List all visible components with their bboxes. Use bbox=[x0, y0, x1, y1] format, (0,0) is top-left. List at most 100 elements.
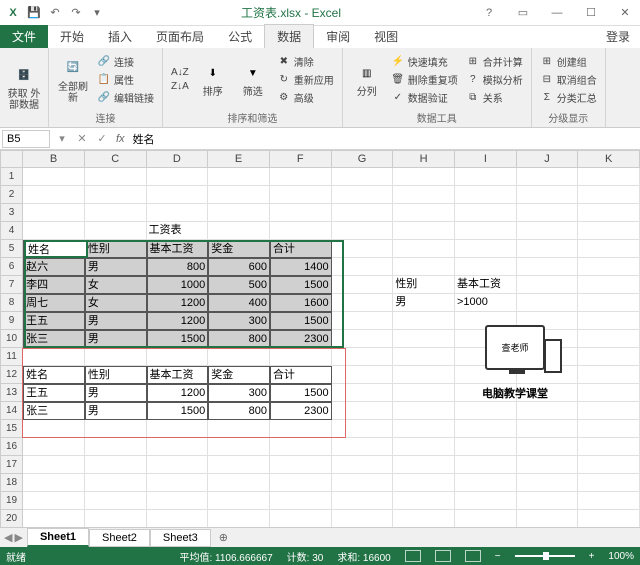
cell-B6[interactable]: 赵六 bbox=[23, 258, 85, 276]
cell-C10[interactable]: 男 bbox=[85, 330, 147, 348]
tab-view[interactable]: 视图 bbox=[362, 25, 410, 48]
cell-G5[interactable] bbox=[332, 240, 394, 258]
cell-K13[interactable] bbox=[578, 384, 640, 402]
maximize-icon[interactable]: ☐ bbox=[578, 3, 604, 23]
tab-formulas[interactable]: 公式 bbox=[216, 25, 264, 48]
cell-C4[interactable] bbox=[85, 222, 147, 240]
cell-G2[interactable] bbox=[332, 186, 394, 204]
cell-F9[interactable]: 1500 bbox=[270, 312, 332, 330]
cell-F18[interactable] bbox=[270, 474, 332, 492]
zoom-level[interactable]: 100% bbox=[608, 551, 634, 562]
cell-E14[interactable]: 800 bbox=[208, 402, 270, 420]
cell-C15[interactable] bbox=[85, 420, 147, 438]
cell-C13[interactable]: 男 bbox=[85, 384, 147, 402]
cell-B8[interactable]: 周七 bbox=[23, 294, 85, 312]
cell-J19[interactable] bbox=[517, 492, 579, 510]
name-box[interactable] bbox=[2, 130, 50, 148]
cell-J18[interactable] bbox=[517, 474, 579, 492]
col-header-C[interactable]: C bbox=[85, 150, 147, 168]
cell-F13[interactable]: 1500 bbox=[270, 384, 332, 402]
cell-E1[interactable] bbox=[208, 168, 270, 186]
row-header-20[interactable]: 20 bbox=[0, 510, 23, 527]
cell-F15[interactable] bbox=[270, 420, 332, 438]
cell-F7[interactable]: 1500 bbox=[270, 276, 332, 294]
row-header-4[interactable]: 4 bbox=[0, 222, 23, 240]
cell-I4[interactable] bbox=[455, 222, 517, 240]
cell-D7[interactable]: 1000 bbox=[147, 276, 209, 294]
cell-I16[interactable] bbox=[455, 438, 517, 456]
cell-C17[interactable] bbox=[85, 456, 147, 474]
cell-G17[interactable] bbox=[332, 456, 394, 474]
row-header-16[interactable]: 16 bbox=[0, 438, 23, 456]
cell-I20[interactable] bbox=[455, 510, 517, 527]
cell-F2[interactable] bbox=[270, 186, 332, 204]
tab-home[interactable]: 开始 bbox=[48, 25, 96, 48]
cell-E12[interactable]: 奖金 bbox=[208, 366, 270, 384]
cell-H12[interactable] bbox=[393, 366, 455, 384]
cell-I18[interactable] bbox=[455, 474, 517, 492]
cell-B19[interactable] bbox=[23, 492, 85, 510]
cell-J15[interactable] bbox=[517, 420, 579, 438]
cell-H4[interactable] bbox=[393, 222, 455, 240]
cell-B9[interactable]: 王五 bbox=[23, 312, 85, 330]
col-header-E[interactable]: E bbox=[208, 150, 270, 168]
cell-E20[interactable] bbox=[208, 510, 270, 527]
remove-duplicates-button[interactable]: 🗑删除重复项 bbox=[389, 71, 460, 88]
cell-H6[interactable] bbox=[393, 258, 455, 276]
cell-F16[interactable] bbox=[270, 438, 332, 456]
cell-K9[interactable] bbox=[578, 312, 640, 330]
cell-D10[interactable]: 1500 bbox=[147, 330, 209, 348]
cell-B14[interactable]: 张三 bbox=[23, 402, 85, 420]
view-layout-icon[interactable] bbox=[435, 550, 451, 562]
row-header-15[interactable]: 15 bbox=[0, 420, 23, 438]
cell-E10[interactable]: 800 bbox=[208, 330, 270, 348]
cell-K4[interactable] bbox=[578, 222, 640, 240]
cancel-icon[interactable]: ✕ bbox=[72, 132, 92, 145]
cell-C1[interactable] bbox=[85, 168, 147, 186]
cell-E8[interactable]: 400 bbox=[208, 294, 270, 312]
cell-D3[interactable] bbox=[147, 204, 209, 222]
select-all-corner[interactable] bbox=[0, 150, 23, 168]
cell-D18[interactable] bbox=[147, 474, 209, 492]
cell-E3[interactable] bbox=[208, 204, 270, 222]
cell-H20[interactable] bbox=[393, 510, 455, 527]
cell-D16[interactable] bbox=[147, 438, 209, 456]
sheet-tab-1[interactable]: Sheet1 bbox=[27, 528, 89, 547]
cell-H15[interactable] bbox=[393, 420, 455, 438]
cell-I8[interactable]: >1000 bbox=[455, 294, 517, 312]
cell-H11[interactable] bbox=[393, 348, 455, 366]
cell-B15[interactable] bbox=[23, 420, 85, 438]
cell-G14[interactable] bbox=[332, 402, 394, 420]
cell-E17[interactable] bbox=[208, 456, 270, 474]
cell-K7[interactable] bbox=[578, 276, 640, 294]
reapply-button[interactable]: ↻重新应用 bbox=[275, 71, 336, 88]
minimize-icon[interactable]: — bbox=[544, 3, 570, 23]
cell-H1[interactable] bbox=[393, 168, 455, 186]
sort-az-button[interactable]: A↓Z bbox=[169, 66, 191, 79]
qat-dropdown-icon[interactable]: ▾ bbox=[88, 4, 106, 22]
cell-H18[interactable] bbox=[393, 474, 455, 492]
cell-J6[interactable] bbox=[517, 258, 579, 276]
cell-D4[interactable]: 工资表 bbox=[147, 222, 209, 240]
cell-I6[interactable] bbox=[455, 258, 517, 276]
view-break-icon[interactable] bbox=[465, 550, 481, 562]
cell-D12[interactable]: 基本工资 bbox=[147, 366, 209, 384]
cell-J3[interactable] bbox=[517, 204, 579, 222]
cell-B13[interactable]: 王五 bbox=[23, 384, 85, 402]
cell-I15[interactable] bbox=[455, 420, 517, 438]
cell-I2[interactable] bbox=[455, 186, 517, 204]
cell-H5[interactable] bbox=[393, 240, 455, 258]
cell-K14[interactable] bbox=[578, 402, 640, 420]
cell-C20[interactable] bbox=[85, 510, 147, 527]
cell-G1[interactable] bbox=[332, 168, 394, 186]
cell-G11[interactable] bbox=[332, 348, 394, 366]
row-header-3[interactable]: 3 bbox=[0, 204, 23, 222]
cell-G20[interactable] bbox=[332, 510, 394, 527]
row-header-8[interactable]: 8 bbox=[0, 294, 23, 312]
cell-D8[interactable]: 1200 bbox=[147, 294, 209, 312]
cell-I7[interactable]: 基本工资 bbox=[455, 276, 517, 294]
cell-B20[interactable] bbox=[23, 510, 85, 527]
cell-J17[interactable] bbox=[517, 456, 579, 474]
cell-F6[interactable]: 1400 bbox=[270, 258, 332, 276]
tab-file[interactable]: 文件 bbox=[0, 25, 48, 48]
